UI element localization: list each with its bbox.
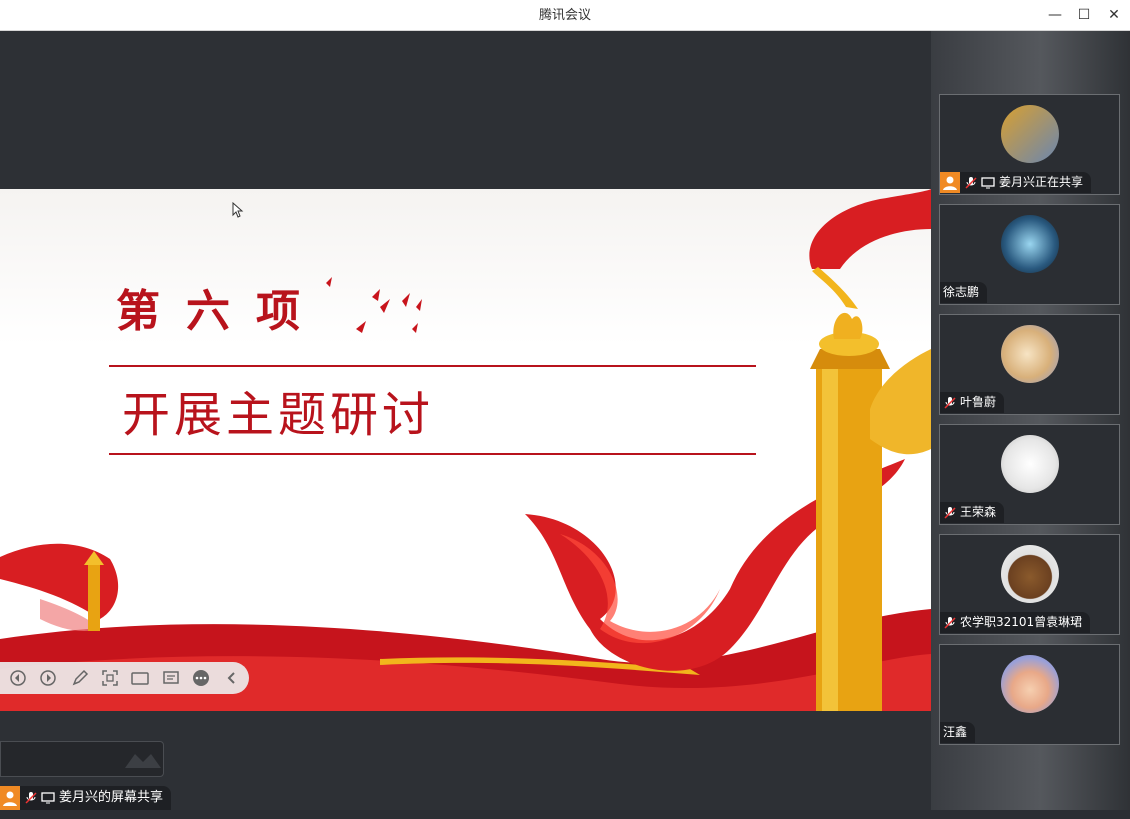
participant-name: 农学职32101曾袁琳珺 bbox=[960, 615, 1083, 629]
heading-rule-bottom bbox=[109, 453, 756, 455]
close-button[interactable]: ✕ bbox=[1099, 0, 1129, 31]
participant-name-tag: 王荣森 bbox=[940, 502, 1005, 523]
pen-icon[interactable] bbox=[70, 668, 90, 688]
window-title: 腾讯会议 bbox=[538, 8, 591, 23]
avatar bbox=[1001, 435, 1059, 493]
screen-share-status-icon bbox=[0, 786, 20, 810]
screen-share-icon bbox=[981, 176, 995, 188]
tencent-meeting-logo-icon bbox=[125, 754, 161, 768]
avatar bbox=[1001, 215, 1059, 273]
screenshot-icon[interactable] bbox=[100, 668, 120, 688]
mic-muted-icon bbox=[944, 506, 956, 519]
participant-name: 叶鲁蔚 bbox=[960, 395, 997, 409]
presentation-toolbar bbox=[0, 662, 249, 694]
participant-tile[interactable]: 徐志鹏 bbox=[939, 204, 1120, 305]
participant-name: 汪鑫 bbox=[943, 725, 968, 739]
slide-subtitle: 开展主题研讨 bbox=[122, 387, 435, 443]
maximize-button[interactable]: ☐ bbox=[1069, 0, 1099, 31]
prev-page-icon[interactable] bbox=[8, 668, 28, 688]
mic-muted-icon bbox=[25, 792, 37, 804]
self-video-panel[interactable] bbox=[0, 741, 164, 777]
shared-slide: 第六项 开展主题研讨 bbox=[0, 189, 931, 711]
slide-heading: 第六项 bbox=[116, 286, 326, 337]
participant-tile[interactable]: 农学职32101曾袁琳珺 bbox=[939, 534, 1120, 635]
participant-name-tag: 叶鲁蔚 bbox=[940, 392, 1005, 413]
minimize-button[interactable]: — bbox=[1040, 0, 1070, 31]
participant-tile[interactable]: 叶鲁蔚 bbox=[939, 314, 1120, 415]
participant-tile[interactable]: 汪鑫 bbox=[939, 644, 1120, 745]
screen-share-status-icon bbox=[940, 172, 960, 193]
mic-muted-icon bbox=[965, 176, 977, 189]
participant-tile[interactable]: 姜月兴正在共享 bbox=[939, 94, 1120, 195]
mouse-cursor-icon bbox=[232, 202, 244, 218]
avatar bbox=[1001, 655, 1059, 713]
participant-name-tag: 汪鑫 bbox=[940, 722, 976, 743]
participant-name: 王荣森 bbox=[960, 505, 997, 519]
participant-name: 徐志鹏 bbox=[943, 285, 980, 299]
camera-icon[interactable] bbox=[130, 668, 150, 688]
shared-screen-area: 第六项 开展主题研讨 bbox=[0, 31, 931, 810]
mic-muted-icon bbox=[944, 396, 956, 409]
next-page-icon[interactable] bbox=[38, 668, 58, 688]
collapse-icon[interactable] bbox=[222, 668, 242, 688]
screen-share-status-tag: 姜月兴的屏幕共享 bbox=[0, 786, 172, 810]
participant-name: 姜月兴正在共享 bbox=[999, 175, 1084, 189]
title-bar: 腾讯会议 — ☐ ✕ bbox=[0, 0, 1130, 31]
participant-name-tag: 姜月兴正在共享 bbox=[940, 172, 1092, 193]
avatar bbox=[1001, 325, 1059, 383]
mic-muted-icon bbox=[944, 616, 956, 629]
screen-share-icon bbox=[41, 792, 55, 804]
comment-icon[interactable] bbox=[161, 668, 181, 688]
participant-name-tag: 农学职32101曾袁琳珺 bbox=[940, 612, 1091, 633]
more-icon[interactable] bbox=[191, 668, 211, 688]
avatar bbox=[1001, 545, 1059, 603]
heading-rule-top bbox=[109, 365, 756, 367]
participant-tile[interactable]: 王荣森 bbox=[939, 424, 1120, 525]
slide-decoration-art bbox=[0, 189, 931, 711]
participant-name-tag: 徐志鹏 bbox=[940, 282, 988, 303]
avatar bbox=[1001, 105, 1059, 163]
share-status-label: 姜月兴的屏幕共享 bbox=[59, 790, 164, 805]
